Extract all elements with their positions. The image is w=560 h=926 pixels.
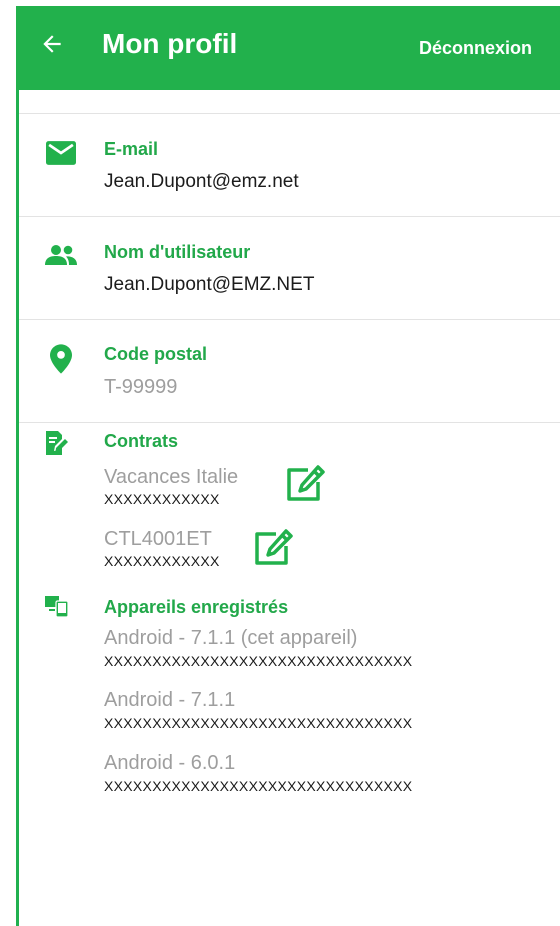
divider	[19, 422, 560, 423]
envelope-icon	[46, 141, 76, 165]
device-name: Android - 6.0.1	[104, 752, 236, 774]
contract-code: XXXXXXXXXXXX	[104, 491, 220, 507]
postal-code-value: T-99999	[104, 376, 178, 398]
device-id: XXXXXXXXXXXXXXXXXXXXXXXXXXXXXXXX	[104, 778, 413, 794]
username-value: Jean.Dupont@EMZ.NET	[104, 274, 315, 295]
divider	[19, 319, 560, 320]
device-name: Android - 7.1.1	[104, 689, 236, 711]
contract-code: XXXXXXXXXXXX	[104, 553, 220, 569]
devices-icon	[45, 596, 69, 618]
contracts-label: Contrats	[104, 431, 179, 451]
location-pin-icon	[50, 344, 72, 374]
divider	[19, 216, 560, 217]
email-label: E-mail	[104, 139, 159, 159]
divider	[19, 113, 560, 114]
contract-name: CTL4001ET	[104, 528, 212, 550]
device-id: XXXXXXXXXXXXXXXXXXXXXXXXXXXXXXXX	[104, 653, 413, 669]
device-name: Android - 7.1.1 (cet appareil)	[104, 627, 358, 649]
back-button[interactable]	[32, 24, 72, 64]
email-value: Jean.Dupont@emz.net	[104, 171, 299, 192]
username-label: Nom d'utilisateur	[104, 242, 251, 262]
contract-name: Vacances Italie	[104, 466, 239, 488]
page-title: Mon profil	[102, 28, 238, 59]
postal-code-label: Code postal	[104, 344, 208, 364]
document-edit-icon	[46, 431, 68, 455]
people-icon	[45, 245, 77, 265]
devices-label: Appareils enregistrés	[104, 597, 289, 617]
device-id: XXXXXXXXXXXXXXXXXXXXXXXXXXXXXXXX	[104, 715, 413, 731]
edit-contract-button[interactable]	[252, 528, 294, 568]
pencil-edit-icon	[255, 529, 293, 565]
profile-screen: Mon profil Déconnexion E-mail Jean.Dupon…	[0, 0, 560, 926]
logout-button[interactable]: Déconnexion	[419, 36, 532, 60]
edit-contract-button[interactable]	[284, 464, 326, 504]
arrow-left-icon	[43, 35, 61, 53]
pencil-edit-icon	[287, 465, 325, 501]
